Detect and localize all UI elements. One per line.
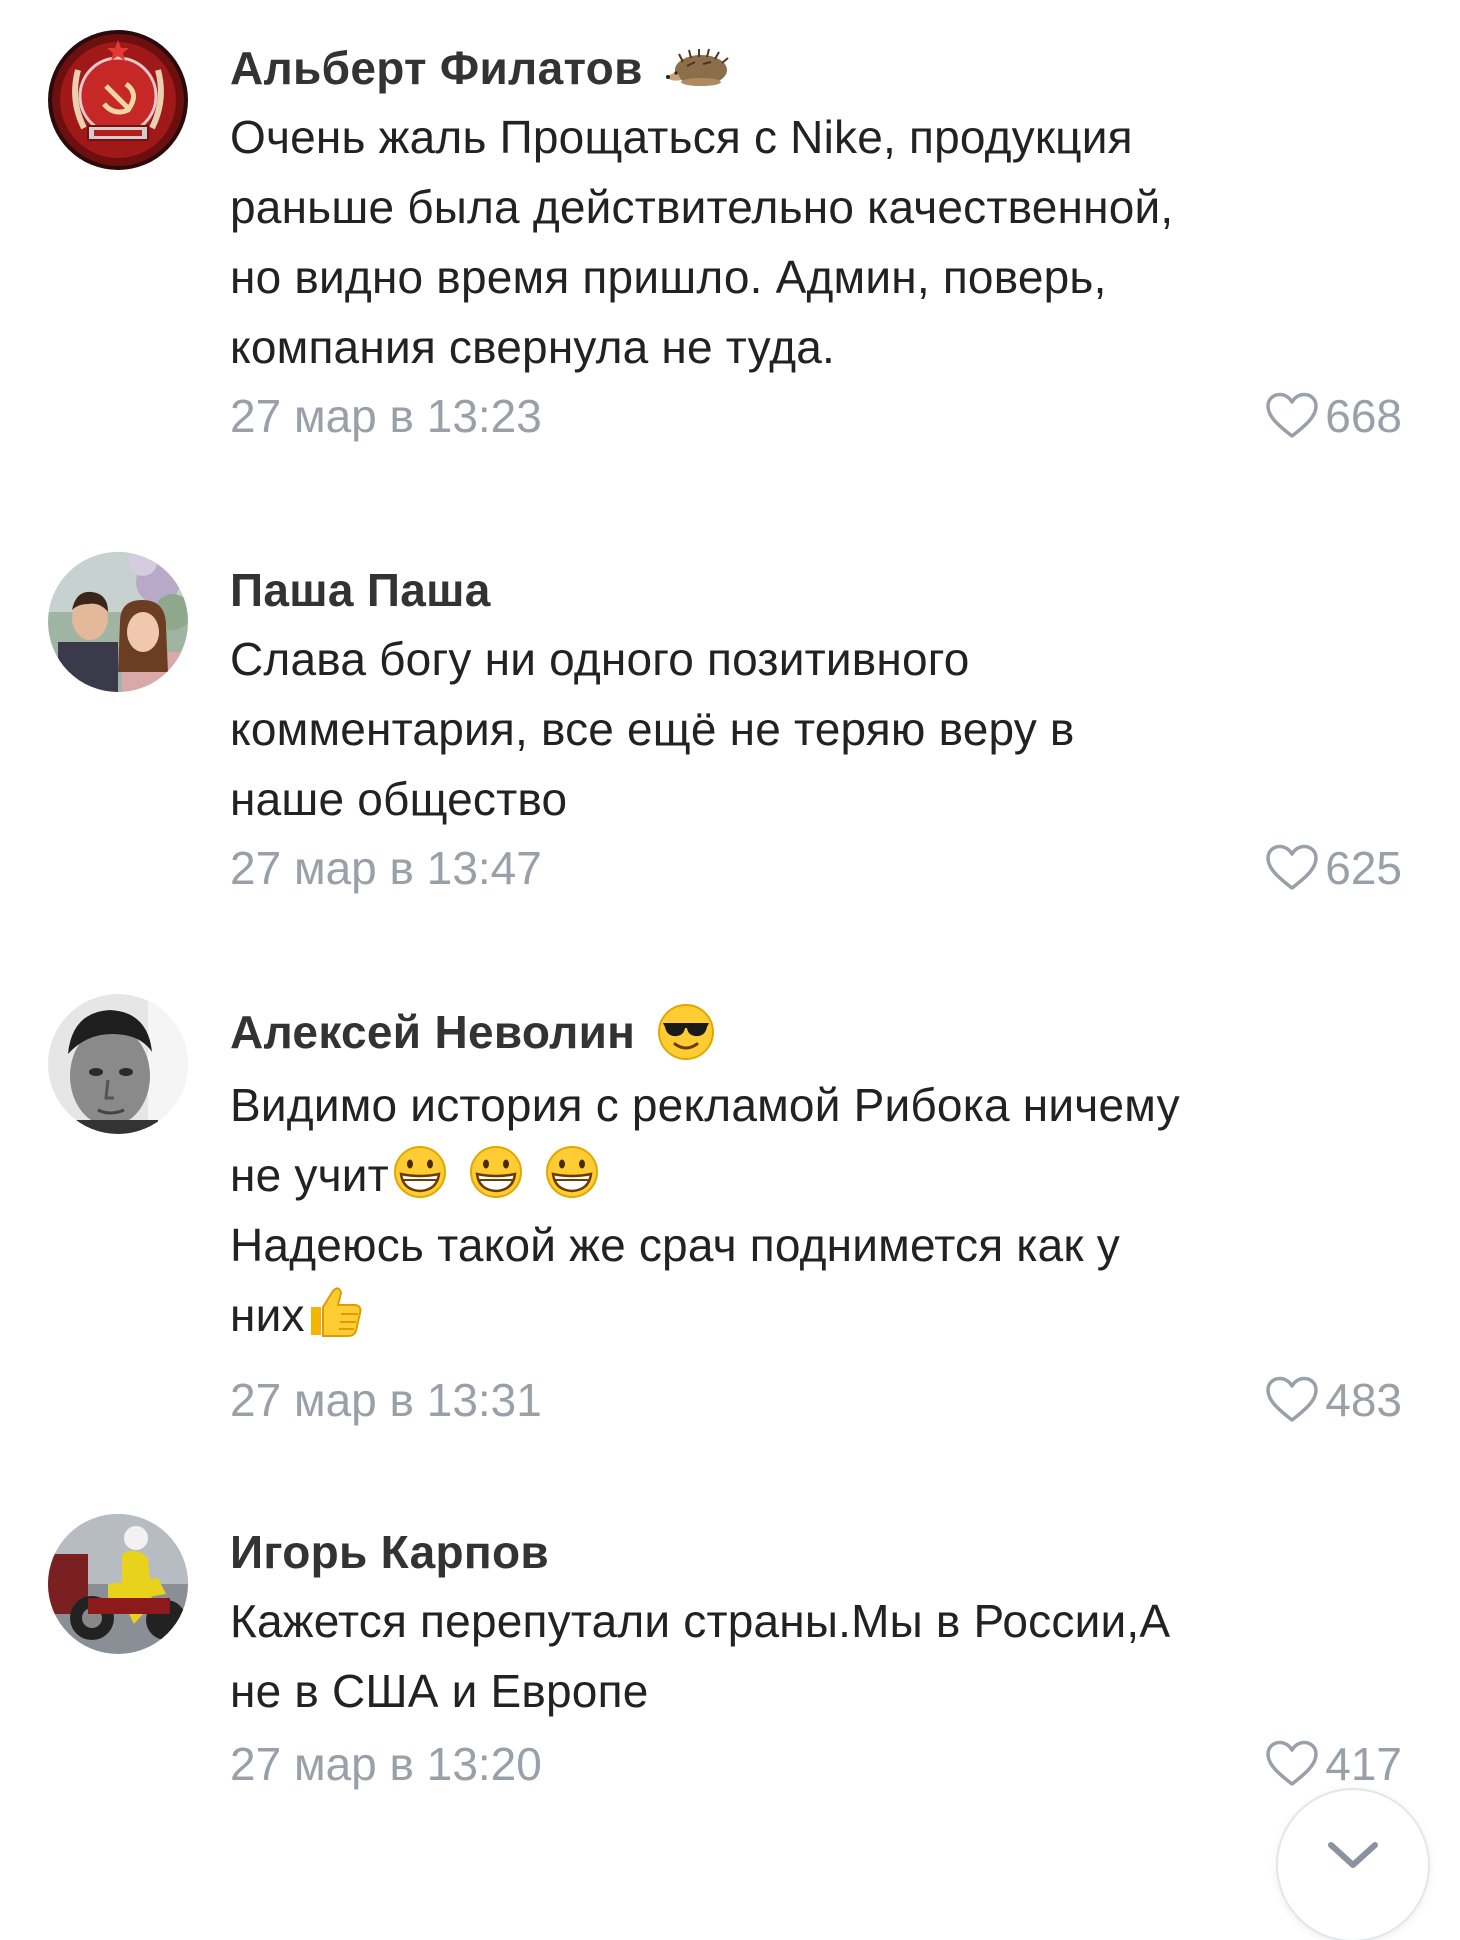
comment-line-text: них: [230, 1289, 305, 1341]
timestamp[interactable]: 27 мар в 13:31: [230, 1370, 542, 1430]
comment-line: Кажется перепутали страны.Мы в России,А: [230, 1595, 1171, 1647]
like-count: 483: [1325, 1374, 1402, 1426]
like-button[interactable]: 625: [1265, 838, 1402, 898]
thumbs-up-emoji-icon: [305, 1283, 365, 1339]
avatar[interactable]: [48, 994, 188, 1134]
comment-line: Надеюсь такой же срач поднимется как у: [230, 1219, 1120, 1271]
comment-line: раньше была действительно качественной,: [230, 181, 1174, 233]
like-count: 625: [1325, 842, 1402, 894]
bw-portrait-avatar: [48, 994, 188, 1134]
like-button[interactable]: 417: [1265, 1734, 1402, 1794]
timestamp[interactable]: 27 мар в 13:20: [230, 1734, 542, 1794]
comment-line-text: не учит: [230, 1149, 389, 1201]
couple-photo-avatar: [48, 552, 188, 692]
comment-line: них: [230, 1280, 1410, 1350]
comment-line: наше общество: [230, 773, 568, 825]
author-row: Алексей Неволин: [230, 994, 715, 1070]
avatar[interactable]: [48, 30, 188, 170]
author-name[interactable]: Алексей Неволин: [230, 1005, 635, 1059]
comment-text: Очень жаль Прощаться с Nike, продукция р…: [230, 102, 1410, 382]
comment-meta: 27 мар в 13:23 668: [230, 386, 1410, 446]
comment-line: комментария, все ещё не теряю веру в: [230, 703, 1075, 755]
comment-line: Слава богу ни одного позитивного: [230, 633, 970, 685]
comment-meta: 27 мар в 13:20 417: [230, 1734, 1410, 1794]
grinning-face-emoji-icon: [541, 1145, 603, 1199]
like-button[interactable]: 668: [1265, 386, 1402, 446]
timestamp[interactable]: 27 мар в 13:47: [230, 838, 542, 898]
hedgehog-emoji-icon: [665, 48, 731, 88]
comment-line: компания свернула не туда.: [230, 321, 836, 373]
comment-line: не в США и Европе: [230, 1665, 649, 1717]
grinning-face-emoji-icon: [465, 1145, 527, 1199]
like-count: 417: [1325, 1738, 1402, 1790]
sunglasses-emoji-icon: [657, 1003, 715, 1061]
comment-line: Очень жаль Прощаться с Nike, продукция: [230, 111, 1133, 163]
heart-outline-icon: [1265, 392, 1319, 440]
avatar[interactable]: [48, 552, 188, 692]
comment-text: Кажется перепутали страны.Мы в России,А …: [230, 1586, 1410, 1726]
author-row: Игорь Карпов: [230, 1514, 549, 1590]
ussr-emblem-avatar: [48, 30, 188, 170]
comment-line: Видимо история с рекламой Рибока ничему: [230, 1079, 1180, 1131]
author-name[interactable]: Альберт Филатов: [230, 41, 643, 95]
like-button[interactable]: 483: [1265, 1370, 1402, 1430]
comment-meta: 27 мар в 13:31 483: [230, 1370, 1410, 1430]
author-name[interactable]: Игорь Карпов: [230, 1525, 549, 1579]
chevron-down-icon: [1328, 1842, 1378, 1868]
comment-text: Видимо история с рекламой Рибока ничему …: [230, 1070, 1410, 1350]
author-row: Паша Паша: [230, 552, 491, 628]
scroll-down-button[interactable]: [1278, 1790, 1428, 1940]
author-name[interactable]: Паша Паша: [230, 563, 491, 617]
heart-outline-icon: [1265, 1740, 1319, 1788]
heart-outline-icon: [1265, 844, 1319, 892]
like-count: 668: [1325, 390, 1402, 442]
comment-line: не учит: [230, 1140, 1410, 1210]
heart-outline-icon: [1265, 1376, 1319, 1424]
timestamp[interactable]: 27 мар в 13:23: [230, 386, 542, 446]
author-row: Альберт Филатов: [230, 30, 731, 106]
motorcycle-photo-avatar: [48, 1514, 188, 1654]
comment-line: но видно время пришло. Админ, поверь,: [230, 251, 1107, 303]
grinning-face-emoji-icon: [389, 1145, 451, 1199]
comment-meta: 27 мар в 13:47 625: [230, 838, 1410, 898]
avatar[interactable]: [48, 1514, 188, 1654]
comment-text: Слава богу ни одного позитивного коммент…: [230, 624, 1410, 834]
